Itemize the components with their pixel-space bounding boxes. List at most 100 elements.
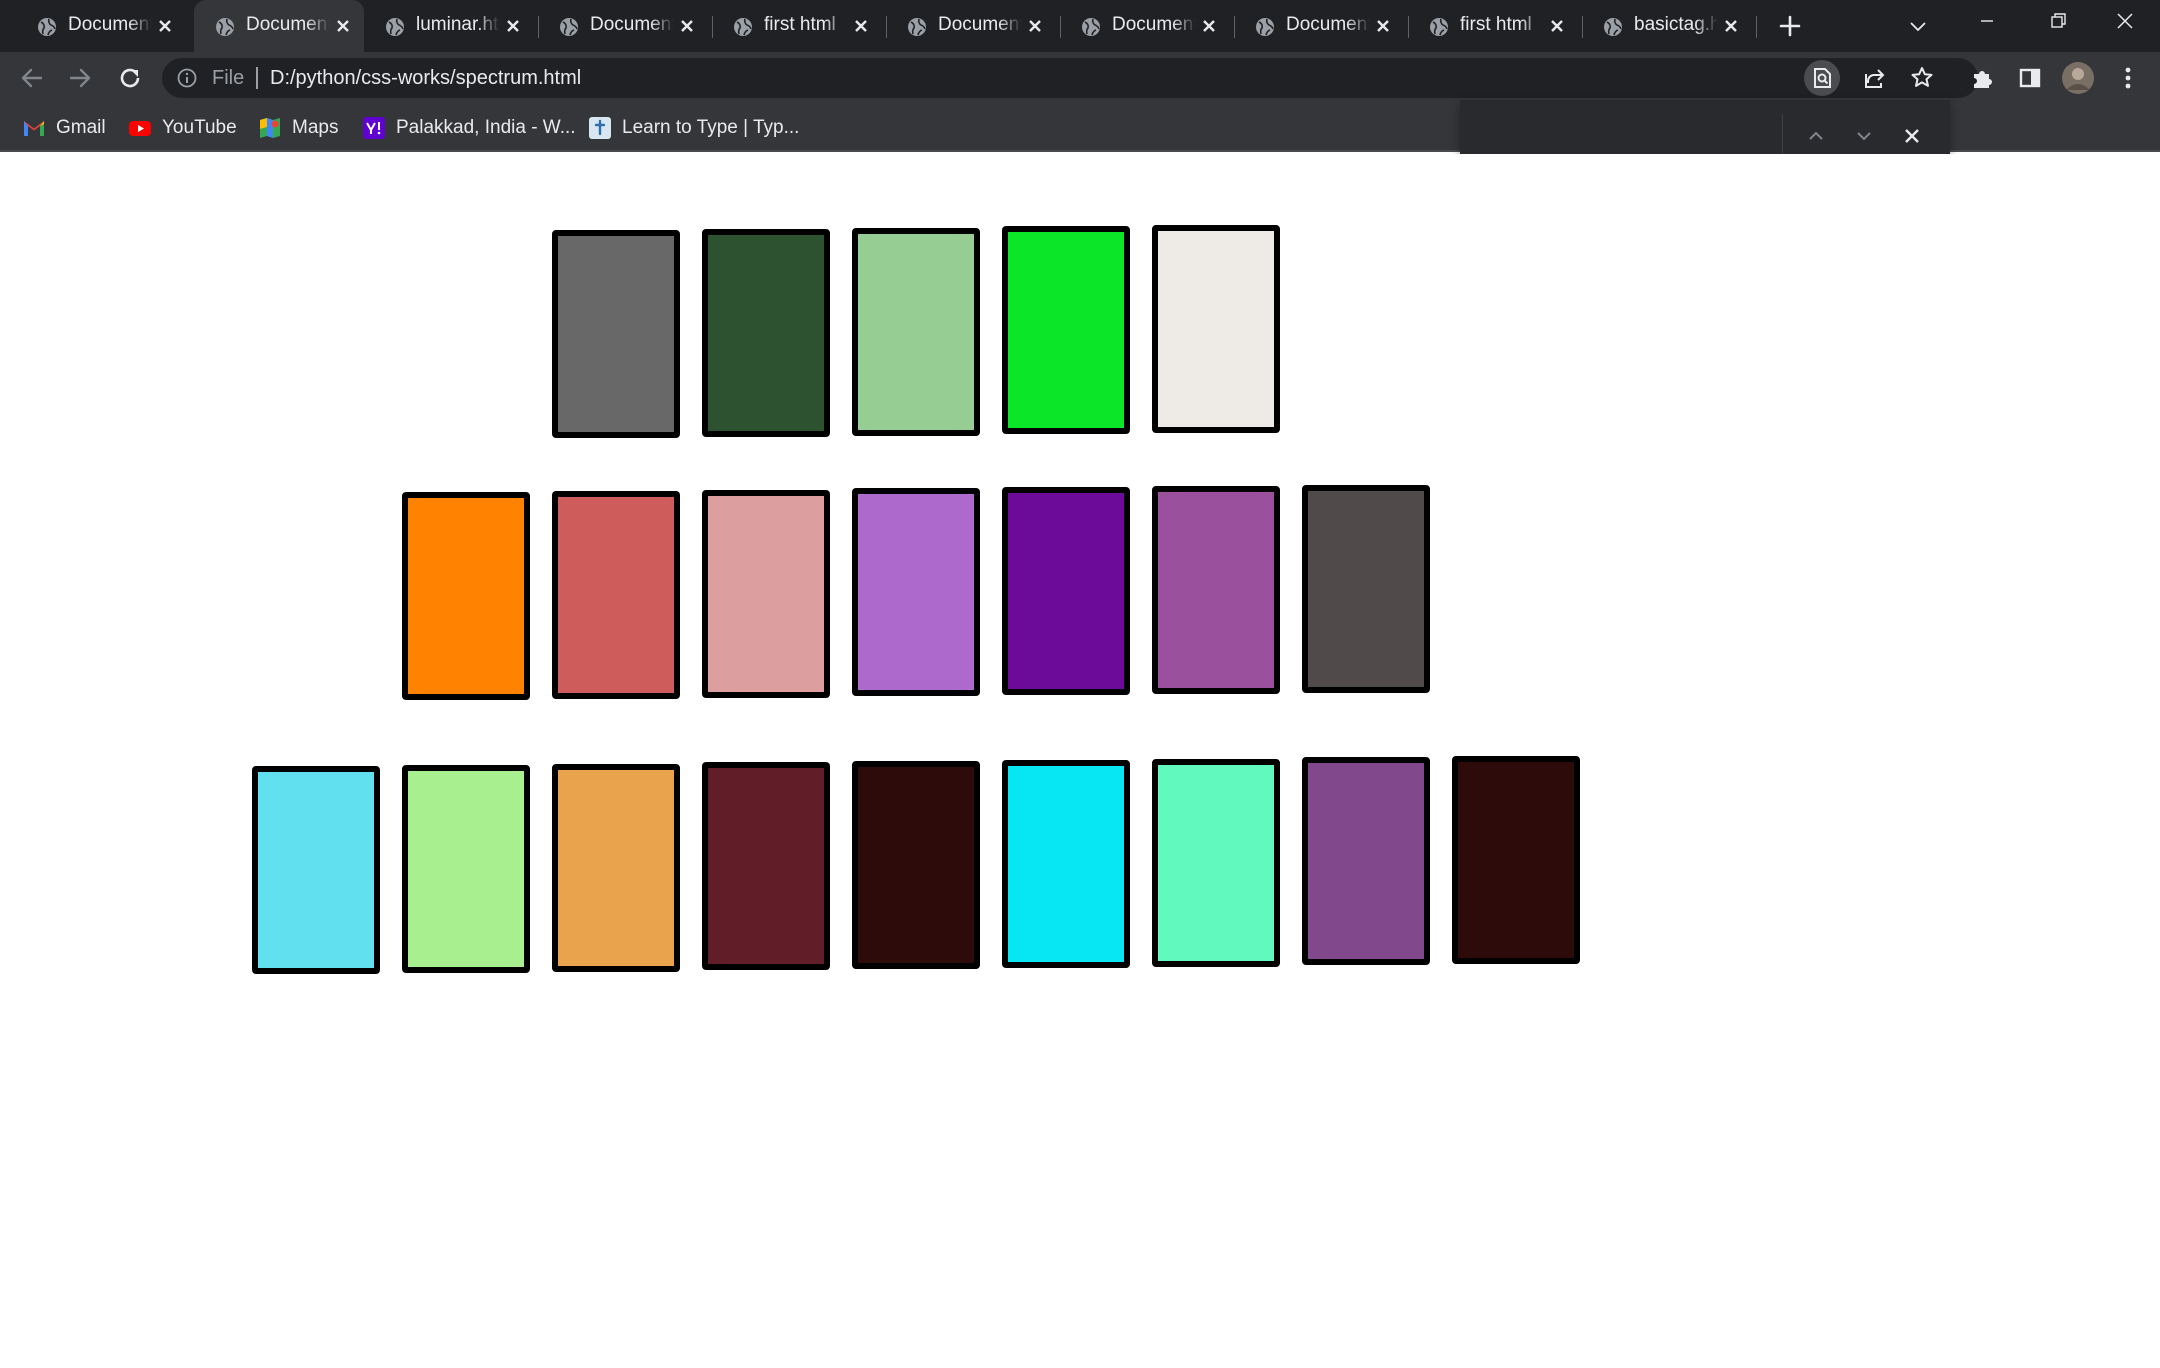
tab[interactable]: Document: [886, 0, 1060, 52]
close-icon[interactable]: [674, 13, 700, 39]
color-swatch: [1152, 486, 1280, 694]
new-tab-button[interactable]: [1774, 10, 1806, 42]
yahoo-icon: [363, 117, 385, 139]
tab-title: Document: [1286, 14, 1370, 35]
tab[interactable]: basictag.html: [1582, 0, 1756, 52]
color-swatch: [552, 230, 680, 438]
globe-icon: [386, 18, 404, 36]
forward-button[interactable]: [62, 60, 98, 96]
close-icon[interactable]: [1022, 13, 1048, 39]
side-panel-icon: [2019, 68, 2041, 88]
address-bar[interactable]: File D:/python/css-works/spectrum.html: [162, 58, 1978, 98]
tab-separator: [1756, 16, 1757, 38]
color-swatch: [1002, 487, 1130, 695]
reload-button[interactable]: [112, 60, 148, 96]
close-icon: [2117, 13, 2133, 29]
url-text[interactable]: D:/python/css-works/spectrum.html: [270, 67, 581, 89]
find-previous-button[interactable]: [1798, 118, 1834, 154]
find-divider: [1782, 114, 1783, 158]
tab[interactable]: Document: [1060, 0, 1234, 52]
find-close-button[interactable]: [1894, 118, 1930, 154]
color-swatch: [852, 228, 980, 436]
gmail-icon: [24, 121, 44, 136]
tab-title: basictag.html: [1634, 14, 1718, 35]
minimize-button[interactable]: [1952, 0, 2022, 44]
tab-separator: [886, 16, 887, 38]
url-scheme-label: File: [212, 67, 245, 89]
close-icon[interactable]: [848, 13, 874, 39]
chevron-up-icon: [1809, 131, 1823, 140]
globe-icon: [1604, 18, 1622, 36]
page-content: [0, 154, 2160, 1368]
tab[interactable]: first html: [1408, 0, 1582, 52]
color-swatch: [702, 229, 830, 437]
close-icon[interactable]: [1718, 13, 1744, 39]
color-swatch: [1152, 759, 1280, 967]
color-swatch: [1302, 485, 1430, 693]
tab-search-button[interactable]: [1902, 10, 1934, 42]
close-window-button[interactable]: [2090, 0, 2160, 44]
restore-icon: [2051, 13, 2066, 28]
bookmark-label: Learn to Type | Typ...: [622, 117, 800, 138]
find-in-page-button[interactable]: [1804, 60, 1840, 96]
globe-icon: [1256, 18, 1274, 36]
bookmark-label: Gmail: [56, 117, 106, 138]
chevron-down-icon: [1910, 22, 1926, 32]
tab-title: luminar.html: [416, 14, 500, 35]
color-swatch: [552, 491, 680, 699]
tab[interactable]: Document: [194, 0, 364, 52]
find-next-button[interactable]: [1846, 118, 1882, 154]
tab-title: Document: [246, 14, 330, 35]
puzzle-icon: [1974, 71, 1992, 88]
tab[interactable]: Document: [1234, 0, 1408, 52]
side-panel-button[interactable]: [2012, 60, 2048, 96]
globe-icon: [560, 18, 578, 36]
reload-icon: [120, 68, 140, 88]
globe-icon: [1430, 18, 1448, 36]
share-button[interactable]: [1856, 60, 1892, 96]
tab-separator: [712, 16, 713, 38]
info-icon[interactable]: [176, 67, 198, 89]
profile-button[interactable]: [2060, 60, 2096, 96]
typing-icon: [589, 117, 611, 139]
color-swatch: [852, 761, 980, 969]
close-icon[interactable]: [152, 13, 178, 39]
close-icon[interactable]: [330, 13, 356, 39]
bookmark-label: Palakkad, India - W...: [396, 117, 576, 138]
color-swatch: [402, 765, 530, 973]
tab-title: Document: [590, 14, 674, 35]
back-button[interactable]: [14, 60, 50, 96]
extensions-button[interactable]: [1964, 60, 2000, 96]
tab[interactable]: first html: [712, 0, 886, 52]
tab-separator: [1060, 16, 1061, 38]
menu-button[interactable]: [2110, 60, 2146, 96]
color-swatch: [702, 762, 830, 970]
close-icon[interactable]: [1370, 13, 1396, 39]
globe-icon: [38, 18, 56, 36]
close-icon: [1905, 129, 1919, 143]
share-icon: [1865, 69, 1885, 88]
chevron-down-icon: [1857, 132, 1871, 141]
restore-button[interactable]: [2022, 0, 2092, 44]
globe-icon: [908, 18, 926, 36]
minimize-icon: [1981, 20, 1993, 22]
more-vertical-icon: [2125, 67, 2131, 89]
tab-strip: Document Document luminar.html Document firs…: [0, 0, 2160, 52]
close-icon[interactable]: [1544, 13, 1570, 39]
color-swatch: [1152, 225, 1280, 433]
globe-icon: [1082, 18, 1100, 36]
plus-icon: [1779, 15, 1801, 37]
bookmark-label: Maps: [292, 117, 339, 138]
tab-separator: [1408, 16, 1409, 38]
tab-separator: [1582, 16, 1583, 38]
color-swatch: [1302, 757, 1430, 965]
color-swatch: [702, 490, 830, 698]
close-icon[interactable]: [500, 13, 526, 39]
tab[interactable]: luminar.html: [364, 0, 538, 52]
bookmark-star-button[interactable]: [1904, 60, 1940, 96]
tab-separator: [538, 16, 539, 38]
tab[interactable]: Document: [538, 0, 712, 52]
close-icon[interactable]: [1196, 13, 1222, 39]
tab[interactable]: Document: [16, 0, 190, 52]
tab-title: Document: [938, 14, 1022, 35]
